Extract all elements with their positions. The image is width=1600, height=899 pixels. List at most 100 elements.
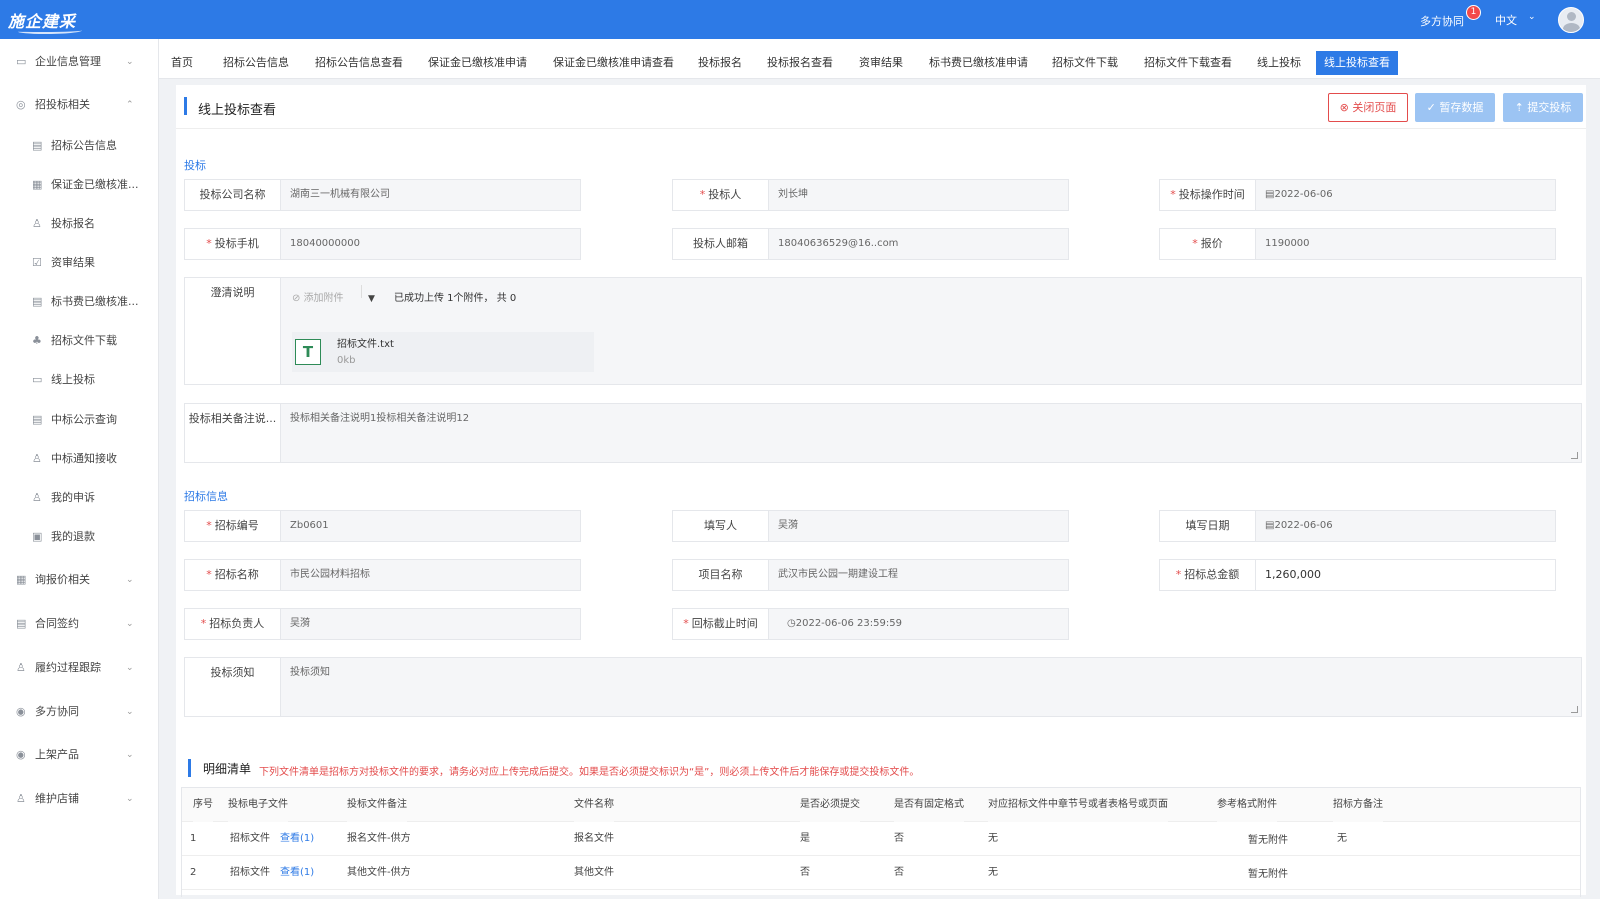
detail-note: 下列文件清单是招标方对投标文件的要求，请务必对应上传完成后提交。如果是否必须提交… — [259, 767, 920, 778]
view-link[interactable]: 查看(1) — [280, 822, 314, 856]
total-amount-value[interactable]: 1,260,000 — [1256, 560, 1555, 590]
sidebar-item-qualification[interactable]: ☑ 资审结果 — [0, 248, 159, 278]
tender-name-value[interactable]: 市民公园材料招标 — [281, 560, 580, 590]
owner-field: * 招标负责人 吴漪 — [184, 608, 581, 640]
tab-notice[interactable]: 招标公告信息 — [215, 51, 297, 75]
remark-field: 投标相关备注说... 投标相关备注说明1投标相关备注说明12 — [184, 403, 1582, 463]
table-row: 2 招标文件 查看(1) 其他文件-供方 其他文件 否 否 无 暂无附件 — [182, 856, 1580, 890]
logo-swoosh — [18, 28, 82, 34]
clock-icon: ◷ — [787, 618, 796, 629]
sidebar-item-award-notice[interactable]: ♙ 中标通知接收 — [0, 444, 159, 474]
deadline-field: * 回标截止时间 ◷2022-06-06 23:59:59 — [672, 608, 1069, 640]
bidder-field: * 投标人 刘长坤 — [672, 179, 1069, 211]
fill-date-label: 填写日期 — [1160, 511, 1256, 541]
resize-handle[interactable] — [1571, 452, 1578, 459]
email-value[interactable]: 18040636529@16..com — [769, 229, 1068, 259]
sidebar-item-contract[interactable]: ▤ 合同签约 ⌄ — [0, 609, 159, 639]
language-select[interactable]: 中文 — [1495, 12, 1517, 28]
writer-label: 填写人 — [673, 511, 769, 541]
tab-download[interactable]: 招标文件下载 — [1044, 51, 1126, 75]
tab-register-view[interactable]: 投标报名查看 — [759, 51, 841, 75]
sidebar-item-products[interactable]: ◉ 上架产品 ⌄ — [0, 740, 159, 770]
price-value[interactable]: 1190000 — [1256, 229, 1555, 259]
document-icon: ▭ — [16, 55, 27, 68]
bidder-value[interactable]: 刘长坤 — [769, 180, 1068, 210]
tab-download-view[interactable]: 招标文件下载查看 — [1136, 51, 1240, 75]
company-label: 投标公司名称 — [185, 180, 281, 210]
tab-deposit-view[interactable]: 保证金已缴核准申请查看 — [545, 51, 682, 75]
sidebar-item-collab[interactable]: ◉ 多方协同 ⌄ — [0, 697, 159, 727]
company-value[interactable]: 湖南三一机械有限公司 — [281, 180, 580, 210]
tab-register[interactable]: 投标报名 — [690, 51, 750, 75]
clarify-area: ⊘ 添加附件 ▼ 已成功上传 1个附件， 共 0 T 招标文件.txt 0kb — [281, 278, 1581, 384]
view-link[interactable]: 查看(1) — [280, 856, 314, 890]
sidebar-item-download[interactable]: ♣ 招标文件下载 — [0, 326, 159, 356]
submit-bid-button[interactable]: ⇡ 提交投标 — [1503, 93, 1583, 122]
sidebar-item-shop[interactable]: ♙ 维护店铺 ⌄ — [0, 784, 159, 814]
sidebar-item-company[interactable]: ▭ 企业信息管理 ⌄ — [0, 47, 159, 77]
document-icon: ▤ — [32, 295, 43, 308]
chevron-down-icon[interactable]: ⌄ — [1528, 12, 1536, 22]
tab-online-bid[interactable]: 线上投标 — [1249, 51, 1309, 75]
user-icon: ♙ — [32, 491, 42, 504]
sidebar-item-deposit[interactable]: ▦ 保证金已缴核准... — [0, 170, 159, 200]
owner-label: * 招标负责人 — [185, 609, 281, 639]
fill-date-field: 填写日期 ▤2022-06-06 — [1159, 510, 1556, 542]
fill-date-value[interactable]: ▤2022-06-06 — [1256, 511, 1555, 541]
table-row: 1 招标文件 查看(1) 报名文件-供方 报名文件 是 否 无 暂无附件 无 — [182, 822, 1580, 856]
col-file: 投标电子文件 — [228, 788, 288, 822]
op-time-field: * 投标操作时间 ▤2022-06-06 — [1159, 179, 1556, 211]
sidebar-item-appeal[interactable]: ♙ 我的申诉 — [0, 483, 159, 513]
collab-menu[interactable]: 多方协同 — [1420, 13, 1464, 29]
tender-name-label: * 招标名称 — [185, 560, 281, 590]
project-value[interactable]: 武汉市民公园一期建设工程 — [769, 560, 1068, 590]
tab-deposit[interactable]: 保证金已缴核准申请 — [420, 51, 535, 75]
sidebar-item-notice[interactable]: ▤ 招标公告信息 — [0, 131, 159, 161]
col-remark: 投标文件备注 — [347, 788, 407, 822]
caret-down-icon[interactable]: ▼ — [368, 284, 375, 314]
tab-notice-view[interactable]: 招标公告信息查看 — [307, 51, 411, 75]
sidebar-item-performance[interactable]: ♙ 履约过程跟踪 ⌄ — [0, 653, 159, 683]
sidebar-item-online-bid[interactable]: ▭ 线上投标 — [0, 365, 159, 395]
sidebar-item-inquiry[interactable]: ▦ 询报价相关 ⌄ — [0, 565, 159, 595]
remark-textarea[interactable]: 投标相关备注说明1投标相关备注说明12 — [281, 404, 1581, 462]
op-time-value[interactable]: ▤2022-06-06 — [1256, 180, 1555, 210]
paperclip-icon: ⊘ — [292, 293, 304, 304]
col-no: 序号 — [193, 788, 213, 822]
chevron-down-icon: ⌄ — [126, 750, 134, 760]
attachment-card[interactable]: T 招标文件.txt 0kb — [292, 332, 594, 372]
sidebar-item-bidding[interactable]: ◎ 招投标相关 ⌃ — [0, 90, 159, 120]
sidebar-item-award-query[interactable]: ▤ 中标公示查询 — [0, 405, 159, 435]
chevron-down-icon: ⌄ — [126, 575, 134, 585]
notice-textarea[interactable]: 投标须知 — [281, 658, 1581, 716]
tab-home[interactable]: 首页 — [163, 51, 201, 75]
phone-value[interactable]: 18040000000 — [281, 229, 580, 259]
add-attachment-button[interactable]: ⊘ 添加附件 — [292, 284, 344, 314]
deadline-value[interactable]: ◷2022-06-06 23:59:59 — [769, 609, 1068, 639]
sidebar-item-refund[interactable]: ▣ 我的退款 — [0, 522, 159, 552]
tab-fee[interactable]: 标书费已缴核准申请 — [921, 51, 1036, 75]
owner-value[interactable]: 吴漪 — [281, 609, 580, 639]
tab-online-bid-view[interactable]: 线上投标查看 — [1316, 51, 1398, 75]
close-page-button[interactable]: ⊗ 关闭页面 — [1328, 93, 1408, 122]
user-avatar[interactable] — [1558, 7, 1584, 33]
col-fixed: 是否有固定格式 — [894, 788, 964, 822]
col-ref: 参考格式附件 — [1217, 788, 1277, 822]
sidebar-item-register[interactable]: ♙ 投标报名 — [0, 209, 159, 239]
notice-label: 投标须知 — [185, 658, 281, 716]
sidebar-item-fee[interactable]: ▤ 标书费已缴核准... — [0, 287, 159, 317]
tab-qualification[interactable]: 资审结果 — [851, 51, 911, 75]
project-field: 项目名称 武汉市民公园一期建设工程 — [672, 559, 1069, 591]
page-title: 线上投标查看 — [198, 103, 277, 118]
save-draft-button[interactable]: ✓ 暂存数据 — [1415, 93, 1495, 122]
refund-icon: ▣ — [32, 530, 43, 543]
tab-bar: 首页 招标公告信息 招标公告信息查看 保证金已缴核准申请 保证金已缴核准申请查看… — [159, 39, 1600, 79]
eye-icon: ◉ — [16, 705, 26, 718]
writer-value[interactable]: 吴漪 — [769, 511, 1068, 541]
tender-no-value[interactable]: Zb0601 — [281, 511, 580, 541]
clipboard-icon: ▦ — [32, 178, 43, 191]
attachment-name: 招标文件.txt — [337, 339, 394, 350]
resize-handle[interactable] — [1571, 706, 1578, 713]
col-required: 是否必须提交 — [800, 788, 860, 822]
close-icon: ⊗ — [1339, 101, 1353, 114]
